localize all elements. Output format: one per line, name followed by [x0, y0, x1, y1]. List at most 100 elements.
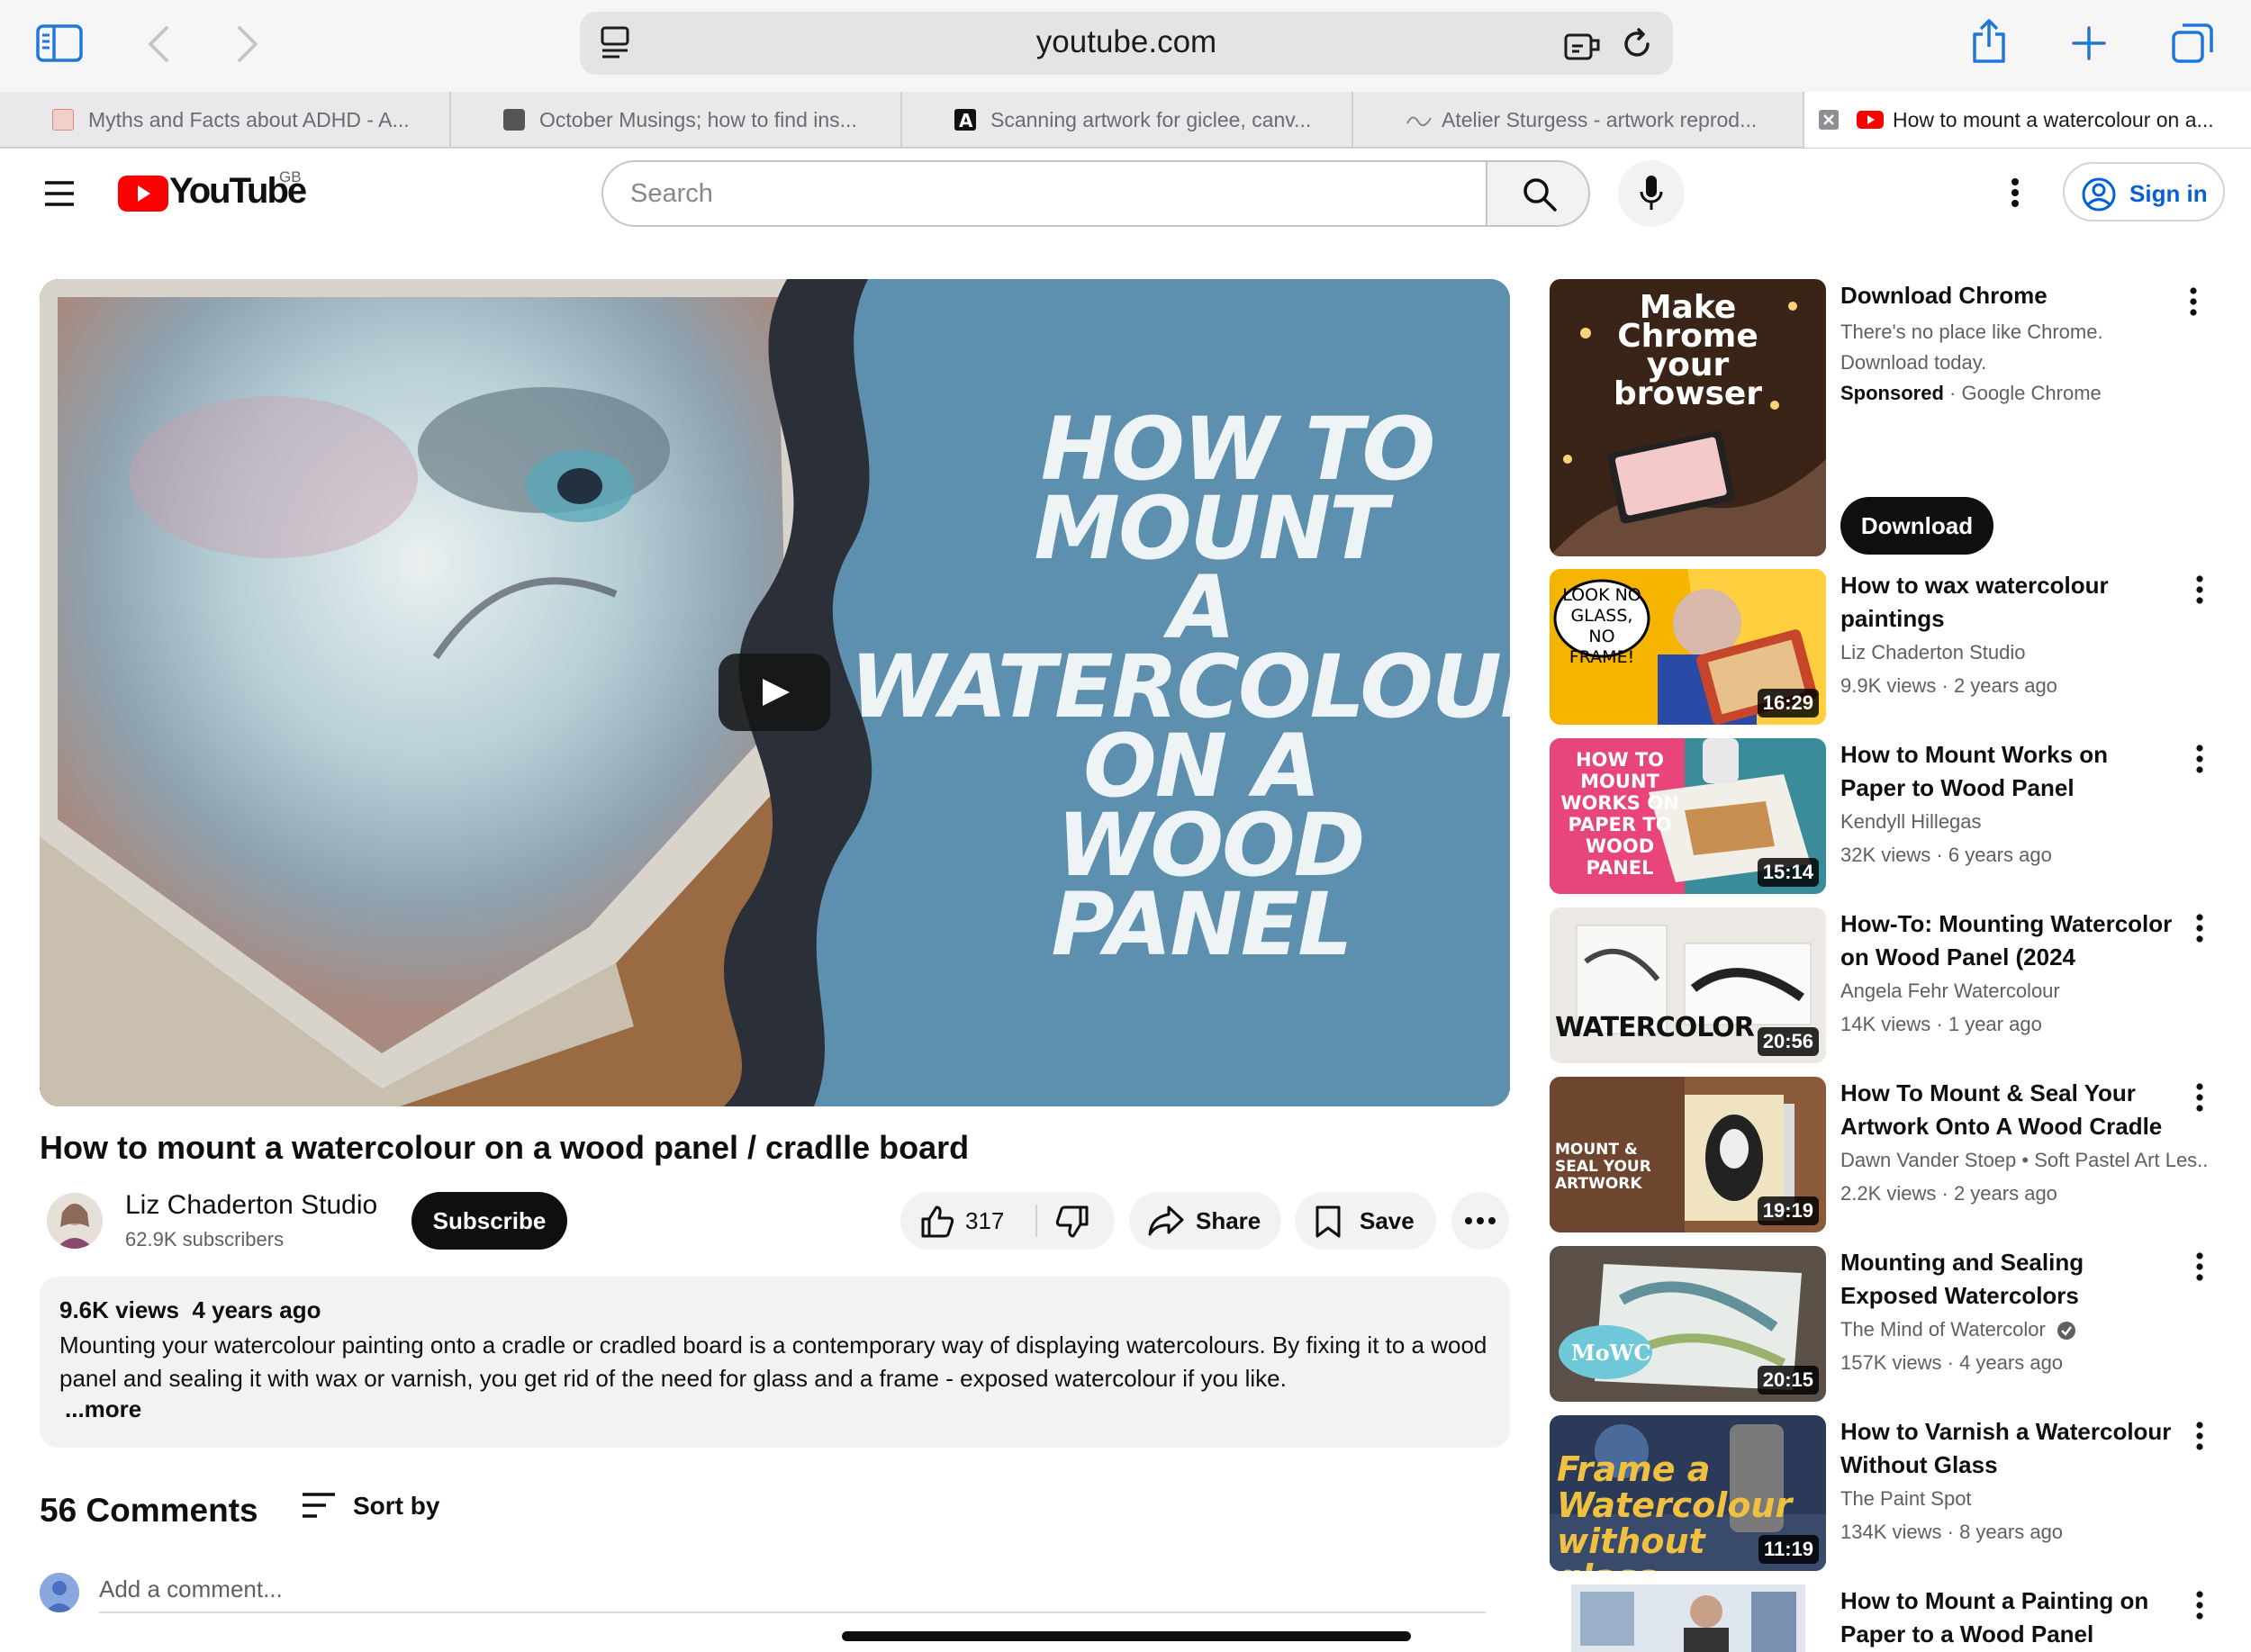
share-button[interactable]: Share	[1129, 1192, 1281, 1250]
sponsored-ad[interactable]: Make Chrome your browser Download Chrome…	[1550, 279, 2243, 558]
video-options-icon[interactable]	[2194, 1590, 2221, 1626]
sort-by-button[interactable]: Sort by	[353, 1492, 439, 1521]
recommended-video[interactable]: MoWC 20:15 Mounting and Sealing Exposed …	[1550, 1246, 2243, 1404]
description-box[interactable]: 9.6K views 4 years ago Mounting your wat…	[40, 1277, 1510, 1448]
back-icon[interactable]	[147, 25, 170, 63]
recommended-video[interactable]: Frame a Watercolour without glass 11:19 …	[1550, 1415, 2243, 1573]
video-duration: 20:15	[1757, 1366, 1819, 1395]
tab-adhd[interactable]: Myths and Facts about ADHD - A...	[0, 92, 451, 148]
video-options-icon[interactable]	[2194, 744, 2221, 780]
thumbnail-title-line-7: PANEL	[1051, 874, 1353, 975]
close-tab-icon[interactable]	[1819, 110, 1839, 130]
video-title[interactable]: Mounting and Sealing Exposed Watercolors	[1840, 1246, 2174, 1313]
video-title[interactable]: How-To: Mounting Watercolor on Wood Pane…	[1840, 907, 2174, 974]
ad-sponsor-line: Sponsored · Google Chrome	[1840, 382, 2102, 404]
like-button[interactable]: 317	[900, 1192, 1035, 1250]
video-thumbnail[interactable]: HOW TO MOUNT WORKS ON PAPER TO WOOD PANE…	[1550, 738, 1826, 894]
dislike-button[interactable]	[1037, 1192, 1115, 1250]
share-label: Share	[1196, 1207, 1261, 1234]
save-label: Save	[1360, 1207, 1415, 1234]
channel-row[interactable]: The Mind of Watercolor	[1840, 1318, 2210, 1341]
video-thumbnail[interactable]: WATERCOLOR 20:56	[1550, 907, 1826, 1063]
save-button[interactable]: Save	[1295, 1192, 1436, 1250]
new-tab-icon[interactable]	[2071, 25, 2107, 61]
search-button[interactable]	[1486, 160, 1590, 227]
video-meta: 157K views · 4 years ago	[1840, 1351, 2064, 1374]
recommended-video[interactable]: How to Mount a Painting on Paper to a Wo…	[1550, 1584, 2243, 1652]
sort-icon[interactable]	[301, 1491, 337, 1520]
subscribe-button[interactable]: Subscribe	[411, 1192, 567, 1250]
upload-age: 1 year ago	[1948, 1013, 2042, 1035]
video-title[interactable]: How to Varnish a Watercolour Without Gla…	[1840, 1415, 2174, 1482]
tab-atelier-sturgess[interactable]: Atelier Sturgess - artwork reprod...	[1353, 92, 1804, 148]
sidebar-toggle-icon[interactable]	[36, 23, 83, 63]
search-input[interactable]: Search	[601, 160, 1487, 227]
recommended-video[interactable]: WATERCOLOR 20:56 How-To: Mounting Waterc…	[1550, 907, 2243, 1065]
ad-title[interactable]: Download Chrome	[1840, 279, 2174, 312]
ad-download-button[interactable]: Download	[1840, 497, 1993, 555]
video-thumbnail[interactable]: MOUNT & SEAL YOUR ARTWORK 19:19	[1550, 1077, 1826, 1232]
ad-line-2: Download today.	[1840, 351, 1987, 374]
thumb-text: HOW TO MOUNT WORKS ON PAPER TO WOOD PANE…	[1560, 749, 1679, 879]
tab-active-how-to-mount[interactable]: How to mount a watercolour on a...	[1804, 92, 2251, 148]
youtube-logo-icon[interactable]	[118, 176, 168, 212]
video-thumbnail[interactable]: LOOK NO GLASS, NO FRAME! 16:29	[1550, 569, 1826, 725]
video-title[interactable]: How to Mount a Painting on Paper to a Wo…	[1840, 1584, 2174, 1651]
video-title[interactable]: How To Mount & Seal Your Artwork Onto A …	[1840, 1077, 2174, 1143]
ad-thumbnail[interactable]: Make Chrome your browser	[1550, 279, 1826, 556]
video-options-icon[interactable]	[2194, 913, 2221, 949]
video-meta: 14K views · 1 year ago	[1840, 1013, 2042, 1035]
reload-icon[interactable]	[1620, 27, 1654, 61]
video-options-icon[interactable]	[2194, 574, 2221, 610]
menu-icon[interactable]	[43, 180, 76, 207]
video-options-icon[interactable]	[2194, 1251, 2221, 1287]
channel-name[interactable]: Liz Chaderton Studio	[1840, 641, 2210, 664]
voice-search-button[interactable]	[1618, 160, 1685, 227]
video-thumbnail[interactable]	[1571, 1584, 1805, 1652]
upload-age: 4 years ago	[192, 1296, 321, 1323]
video-duration: 16:29	[1757, 689, 1819, 718]
tab-october-musings[interactable]: October Musings; how to find ins...	[451, 92, 902, 148]
forward-icon[interactable]	[236, 25, 259, 63]
more-options-icon[interactable]	[2010, 177, 2020, 208]
upload-age: 4 years ago	[1959, 1351, 2064, 1374]
description-text: Mounting your watercolour painting onto …	[59, 1332, 1487, 1392]
more-actions-button[interactable]	[1451, 1192, 1509, 1250]
show-more-link[interactable]: ...more	[65, 1395, 141, 1423]
extension-icon[interactable]	[1563, 28, 1603, 62]
channel-name[interactable]: Kendyll Hillegas	[1840, 810, 2210, 834]
recommended-video[interactable]: LOOK NO GLASS, NO FRAME! 16:29 How to wa…	[1550, 569, 2243, 727]
channel-name[interactable]: Dawn Vander Stoep • Soft Pastel Art Les.…	[1840, 1149, 2210, 1172]
tab-label: October Musings; how to find ins...	[539, 107, 857, 131]
recommended-video[interactable]: MOUNT & SEAL YOUR ARTWORK 19:19 How To M…	[1550, 1077, 2243, 1234]
play-button[interactable]	[719, 654, 830, 731]
channel-name[interactable]: Liz Chaderton Studio	[125, 1190, 377, 1221]
share-icon[interactable]	[1970, 18, 2008, 65]
channel-name[interactable]: The Paint Spot	[1840, 1487, 2210, 1511]
address-bar[interactable]: youtube.com	[580, 12, 1673, 75]
verified-icon	[2057, 1321, 2076, 1341]
add-comment-input[interactable]: Add a comment...	[99, 1575, 1486, 1613]
recommended-video[interactable]: HOW TO MOUNT WORKS ON PAPER TO WOOD PANE…	[1550, 738, 2243, 896]
video-options-icon[interactable]	[2194, 1421, 2221, 1457]
channel-avatar[interactable]	[47, 1193, 103, 1249]
video-thumbnail[interactable]: Frame a Watercolour without glass 11:19	[1550, 1415, 1826, 1571]
channel-name[interactable]: The Mind of Watercolor	[1840, 1318, 2046, 1341]
tab-scanning-artwork[interactable]: A Scanning artwork for giclee, canv...	[902, 92, 1353, 148]
channel-name[interactable]: Angela Fehr Watercolour	[1840, 979, 2210, 1003]
tab-label: How to mount a watercolour on a...	[1893, 107, 2214, 131]
tabs-overview-icon[interactable]	[2170, 22, 2215, 65]
view-count: 2.2K views	[1840, 1182, 1937, 1205]
search-placeholder: Search	[630, 179, 713, 208]
ad-options-icon[interactable]	[2188, 286, 2215, 322]
view-count: 157K views	[1840, 1351, 1942, 1374]
favicon-icon	[52, 109, 74, 131]
sign-in-button[interactable]: Sign in	[2063, 162, 2225, 221]
video-title[interactable]: How to wax watercolour paintings	[1840, 569, 2174, 636]
video-thumbnail[interactable]: MoWC 20:15	[1550, 1246, 1826, 1402]
video-options-icon[interactable]	[2194, 1082, 2221, 1118]
more-horizontal-icon	[1464, 1216, 1496, 1225]
favicon-icon	[1406, 109, 1432, 131]
video-title[interactable]: How to Mount Works on Paper to Wood Pane…	[1840, 738, 2174, 805]
play-icon	[761, 677, 791, 708]
